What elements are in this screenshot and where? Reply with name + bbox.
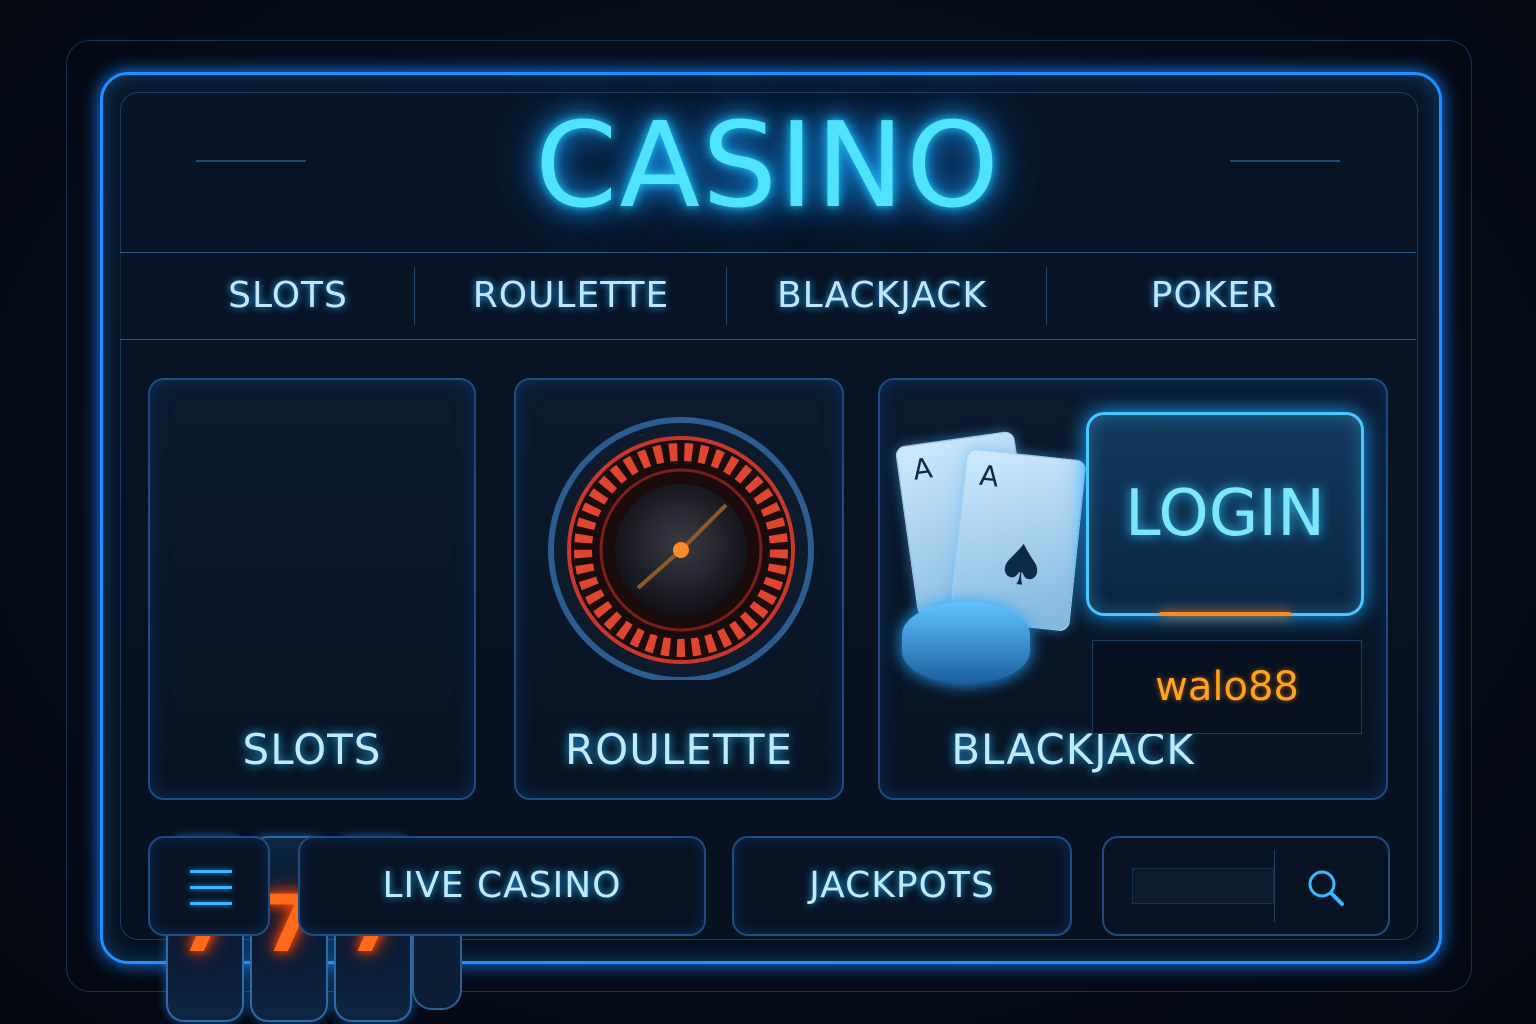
app-title: CASINO [535,96,1001,234]
login-button[interactable]: LOGIN [1086,412,1364,616]
nav-item-roulette[interactable]: ROULETTE [416,253,726,339]
username-field[interactable]: walo88 [1092,640,1362,734]
card-label-slots: SLOTS [242,725,382,774]
search-input[interactable] [1132,868,1274,904]
search-separator [1274,850,1275,922]
live-casino-button[interactable]: LIVE CASINO [298,836,706,936]
game-card-slots[interactable]: 7 7 7 SLOTS [148,378,476,1022]
card-label-roulette: ROULETTE [564,725,794,774]
search-bar [1102,836,1390,936]
nav-item-blackjack[interactable]: BLACKJACK [726,253,1038,339]
nav-separator [414,267,415,325]
menu-button[interactable] [148,836,270,936]
nav-item-slots[interactable]: SLOTS [160,253,416,339]
spade-icon: ♠ [993,531,1050,601]
top-nav: SLOTS ROULETTE BLACKJACK POKER [120,252,1416,340]
search-icon[interactable] [1302,864,1350,912]
jackpots-button[interactable]: JACKPOTS [732,836,1072,936]
roulette-wheel-icon [548,417,814,680]
nav-item-poker[interactable]: POKER [1046,253,1382,339]
chip-stack-icon [902,602,1030,684]
game-card-roulette[interactable]: ROULETTE [514,378,844,800]
